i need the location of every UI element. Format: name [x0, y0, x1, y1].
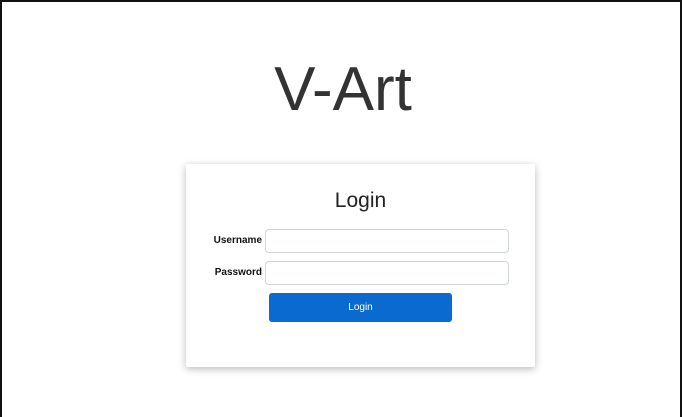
username-label: Username [213, 235, 262, 246]
password-input[interactable] [265, 261, 509, 285]
login-title: Login [334, 189, 387, 212]
app-title: V-Art [274, 55, 412, 124]
username-input[interactable] [265, 229, 509, 253]
browser-viewport-frame: V-Art Login Username Password Login [0, 0, 682, 417]
password-label: Password [214, 267, 262, 278]
login-card: Login Username Password Login [186, 164, 535, 367]
login-button[interactable]: Login [269, 293, 452, 322]
password-row: Password [186, 261, 535, 285]
username-row: Username [186, 229, 535, 253]
